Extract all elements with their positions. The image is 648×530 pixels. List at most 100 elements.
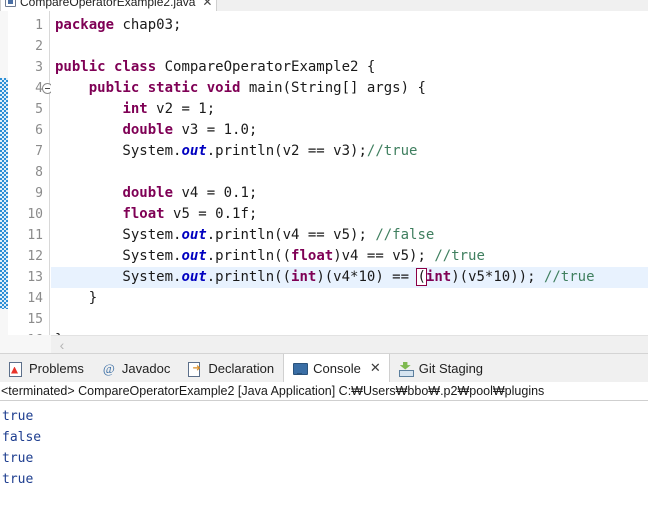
editor-horizontal-scrollbar[interactable]: ‹ — [51, 335, 648, 353]
scroll-left-arrow-icon[interactable]: ‹ — [55, 338, 69, 352]
code-text: v4 = 0.1; — [173, 185, 258, 201]
code-field: out — [181, 143, 207, 159]
view-tab-console[interactable]: Console ✕ — [283, 354, 390, 382]
code-line[interactable]: double v3 = 1.0; — [55, 120, 257, 141]
code-text: System. — [55, 143, 182, 159]
line-number: 8 — [35, 165, 43, 180]
code-line[interactable]: public class CompareOperatorExample2 { — [55, 57, 375, 78]
code-line[interactable]: System.out.println(v4 == v5); //false — [55, 225, 434, 246]
code-keyword: public class — [55, 59, 157, 75]
code-line[interactable]: package chap03; — [55, 15, 181, 36]
editor-tab-compareoperatorexample2[interactable]: CompareOperatorExample2.java ✕ — [0, 0, 218, 11]
line-number: 10 — [27, 207, 43, 222]
view-tab-close-icon[interactable]: ✕ — [370, 360, 381, 376]
line-number: 6 — [35, 123, 43, 138]
code-line[interactable]: System.out.println(v2 == v3);//true — [55, 141, 417, 162]
code-comment: //true — [434, 248, 485, 264]
bottom-view-stack: Problems @ Javadoc Declaration Console ✕ Git S… — [0, 353, 648, 530]
code-keyword: int — [291, 269, 317, 285]
javadoc-icon: @ — [102, 360, 115, 376]
line-number: 11 — [27, 228, 43, 243]
java-file-icon — [5, 0, 16, 7]
view-tab-label: Console — [313, 360, 361, 376]
code-text: .println(( — [206, 269, 292, 285]
code-text: )(v4*10) == — [316, 269, 418, 285]
line-number: 13 — [27, 270, 43, 285]
code-keyword: package — [55, 17, 115, 33]
console-output-line: false — [2, 430, 42, 445]
line-number: 9 — [35, 186, 43, 201]
editor-tab-label: CompareOperatorExample2.java — [20, 0, 196, 9]
change-bar-ruler — [0, 11, 8, 353]
code-text: chap03; — [114, 17, 182, 33]
problems-icon — [8, 361, 24, 377]
console-output-line: true — [2, 472, 34, 487]
code-comment: //true — [366, 143, 418, 159]
code-line[interactable]: System.out.println((int)(v4*10) == (int)… — [55, 267, 595, 288]
code-keyword: double — [122, 185, 174, 201]
code-comment: //true — [543, 269, 595, 285]
code-editor[interactable]: 1234567891011121314151617 package chap03… — [0, 11, 648, 353]
code-text: main(String[] args) { — [240, 80, 426, 96]
code-line[interactable]: System.out.println((float)v4 == v5); //t… — [55, 246, 485, 267]
code-comment: //false — [375, 227, 435, 243]
editor-tab-strip: CompareOperatorExample2.java ✕ — [0, 0, 648, 11]
code-line[interactable]: float v5 = 0.1f; — [55, 204, 257, 225]
code-keyword: double — [122, 122, 174, 138]
view-tab-label: Problems — [29, 360, 84, 376]
console-output-line: true — [2, 451, 34, 466]
code-text: )(v5*10)); — [451, 269, 544, 285]
view-tab-git-staging[interactable]: Git Staging — [390, 354, 492, 382]
view-tab-label: Git Staging — [418, 360, 484, 376]
git-staging-icon — [398, 361, 414, 377]
declaration-icon — [187, 361, 203, 377]
code-text: System. — [55, 269, 182, 285]
view-tab-label: Declaration — [208, 360, 275, 376]
view-tab-declaration[interactable]: Declaration — [179, 354, 283, 382]
code-line[interactable]: int v2 = 1; — [55, 99, 215, 120]
code-keyword: public static void — [88, 80, 241, 96]
code-text: System. — [55, 248, 182, 264]
line-number: 5 — [35, 102, 43, 117]
console-icon — [292, 361, 309, 376]
view-tab-label: Javadoc — [121, 360, 171, 376]
code-text: .println(( — [206, 248, 292, 264]
code-keyword: int — [425, 269, 452, 285]
console-output[interactable]: true false true true — [0, 402, 648, 530]
code-line[interactable]: } — [55, 288, 97, 309]
line-number: 2 — [35, 39, 43, 54]
editor-corner — [0, 335, 51, 353]
code-text: } — [55, 290, 98, 306]
code-text: v3 = 1.0; — [173, 122, 258, 138]
editor-tab-close-icon[interactable]: ✕ — [202, 0, 212, 9]
console-output-line: true — [2, 409, 34, 424]
code-text: v2 = 1; — [147, 101, 216, 117]
line-number: 3 — [35, 60, 43, 75]
code-text: v5 = 0.1f; — [164, 206, 258, 222]
line-number-gutter[interactable]: 1234567891011121314151617 — [8, 11, 53, 353]
code-text: )v4 == v5); — [333, 248, 435, 264]
code-keyword: float — [122, 206, 165, 222]
view-tab-problems[interactable]: Problems — [0, 354, 93, 382]
view-tab-bar: Problems @ Javadoc Declaration Console ✕ Git S… — [0, 353, 648, 382]
code-keyword: int — [122, 101, 148, 117]
line-number: 12 — [27, 249, 43, 264]
code-text: .println(v4 == v5); — [206, 227, 376, 243]
line-number: 1 — [35, 18, 43, 33]
console-launch-header: <terminated> CompareOperatorExample2 [Ja… — [0, 382, 648, 401]
code-field: out — [181, 227, 207, 243]
code-line[interactable]: public static void main(String[] args) { — [55, 78, 426, 99]
view-tab-javadoc[interactable]: @ Javadoc — [93, 354, 179, 382]
code-line[interactable]: double v4 = 0.1; — [55, 183, 257, 204]
eclipse-ide-window: CompareOperatorExample2.java ✕ 123456789… — [0, 0, 648, 530]
code-text-area[interactable]: package chap03; public class CompareOpera… — [51, 11, 648, 353]
change-bar-marker — [0, 78, 8, 309]
line-number: 14 — [27, 291, 43, 306]
matching-bracket: ( — [416, 268, 427, 286]
code-text: System. — [55, 227, 182, 243]
